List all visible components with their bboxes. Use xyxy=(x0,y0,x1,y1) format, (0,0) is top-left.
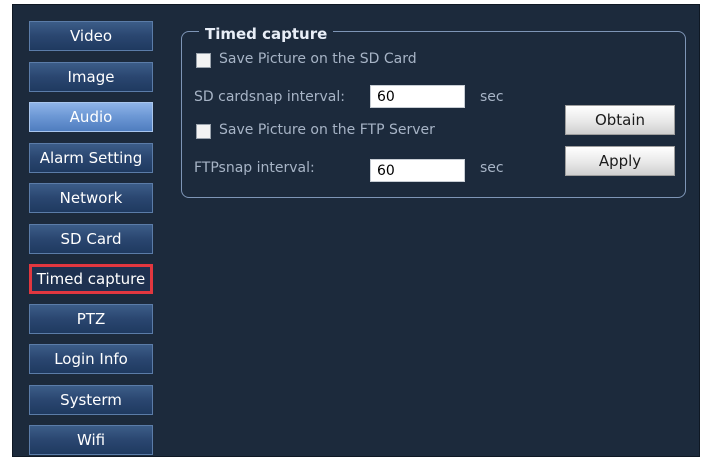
sidebar-item-sd-card[interactable]: SD Card xyxy=(29,224,153,254)
sd-card-checkbox[interactable] xyxy=(196,53,211,68)
ftp-interval-label: FTPsnap interval: xyxy=(194,160,315,176)
apply-button[interactable]: Apply xyxy=(565,146,675,176)
sidebar-item-wifi[interactable]: Wifi xyxy=(29,425,153,455)
sidebar-item-image[interactable]: Image xyxy=(29,62,153,92)
settings-panel: Video Image Audio Alarm Setting Network … xyxy=(12,4,700,457)
ftp-interval-input[interactable]: 60 xyxy=(370,159,465,182)
sidebar-item-audio[interactable]: Audio xyxy=(29,102,153,132)
sidebar-item-login-info[interactable]: Login Info xyxy=(29,344,153,374)
ftp-checkbox-label: Save Picture on the FTP Server xyxy=(219,122,435,138)
ftp-checkbox[interactable] xyxy=(196,124,211,139)
group-title: Timed capture xyxy=(199,25,334,43)
sd-interval-unit: sec xyxy=(480,89,504,105)
sd-card-checkbox-label: Save Picture on the SD Card xyxy=(219,51,417,67)
sidebar-item-video[interactable]: Video xyxy=(29,21,153,51)
sidebar-item-systerm[interactable]: Systerm xyxy=(29,385,153,415)
sidebar-item-ptz[interactable]: PTZ xyxy=(29,304,153,334)
obtain-button[interactable]: Obtain xyxy=(565,105,675,135)
sidebar-item-network[interactable]: Network xyxy=(29,183,153,213)
sd-interval-input[interactable]: 60 xyxy=(370,85,465,108)
ftp-interval-unit: sec xyxy=(480,160,504,176)
sd-interval-label: SD cardsnap interval: xyxy=(194,89,345,105)
sidebar-item-alarm-setting[interactable]: Alarm Setting xyxy=(29,143,153,173)
sidebar-item-timed-capture[interactable]: Timed capture xyxy=(29,264,153,294)
